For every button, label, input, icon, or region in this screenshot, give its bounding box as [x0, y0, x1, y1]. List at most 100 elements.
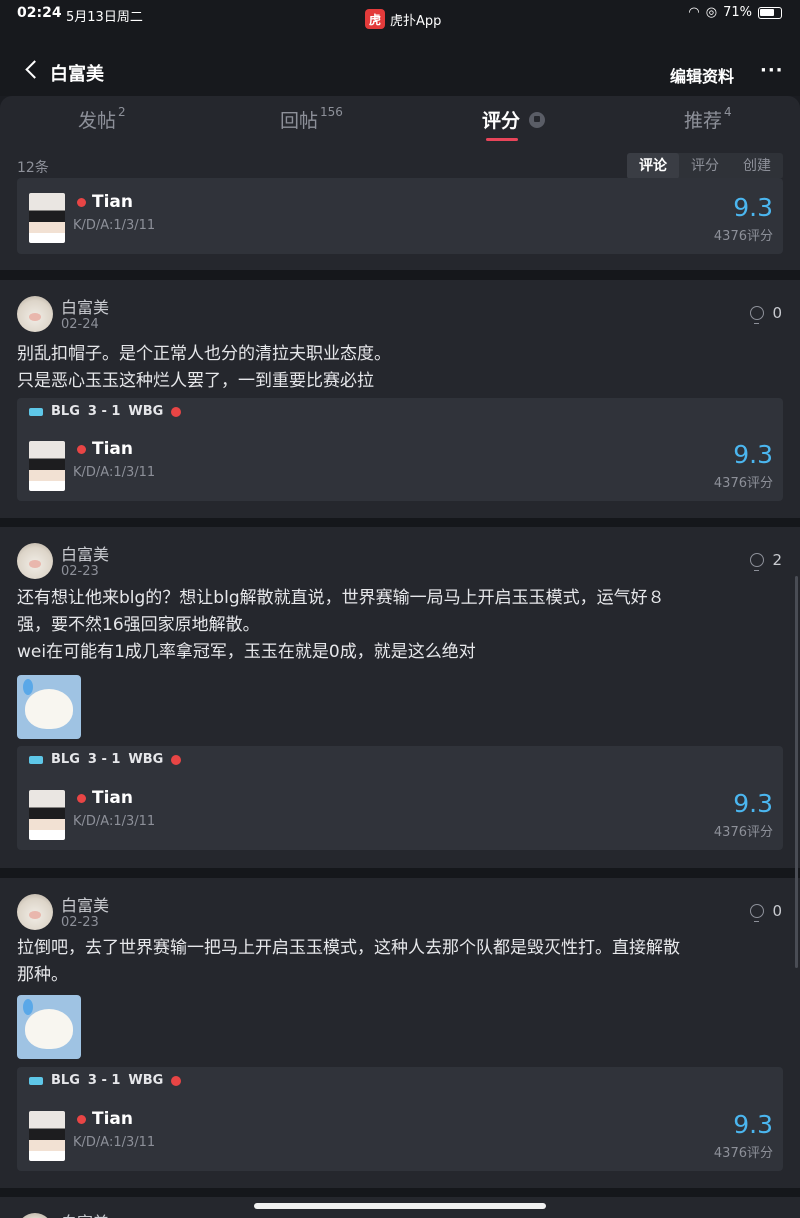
like-count: 2 [772, 551, 782, 569]
divider [0, 518, 800, 527]
rating-card[interactable]: BLG 3 - 1 WBG Tian K/D/A:1/3/11 9.3 4376… [17, 746, 783, 850]
battery-icon [758, 6, 782, 19]
tab-recommend-label: 推荐 [684, 110, 723, 132]
match-row: BLG 3 - 1 WBG [29, 1073, 182, 1088]
user-name[interactable]: 白富美 [61, 294, 109, 318]
match-row: BLG 3 - 1 WBG [29, 404, 182, 419]
segment-rating[interactable]: 评分 [679, 153, 731, 179]
user-name[interactable]: 白富美 [61, 541, 109, 565]
post-line: 只是恶心玉玉这种烂人罢了，一到重要比赛必拉 [17, 371, 374, 391]
list-item[interactable]: 白富美 02-24 0 别乱扣帽子。是个正常人也分的清拉夫职业态度。 只是恶心玉… [0, 280, 800, 518]
player-photo [29, 193, 65, 243]
scrollbar[interactable] [795, 576, 798, 968]
match-score: 3 - 1 [87, 752, 121, 767]
player-name: Tian [77, 439, 133, 459]
nav-bar: 白富美 编辑资料 ··· [0, 38, 800, 96]
tab-posts-count: 2 [118, 104, 126, 119]
tab-recommend-count: 4 [724, 104, 732, 119]
segment-created[interactable]: 创建 [731, 153, 783, 179]
player-name-text: Tian [92, 439, 133, 459]
more-icon[interactable]: ··· [760, 60, 784, 81]
player-name: Tian [77, 788, 133, 808]
tab-recommend[interactable]: 推荐 4 [684, 104, 732, 133]
rating-card[interactable]: BLG 3 - 1 WBG Tian K/D/A:1/3/11 9.3 4376… [17, 398, 783, 501]
list-item[interactable]: 白富美 02-23 2 还有想让他来blg的？想让blg解散就直说，世界赛输一局… [0, 527, 800, 868]
blg-logo-icon [29, 755, 43, 764]
player-kda: K/D/A:1/3/11 [73, 1135, 156, 1150]
team-b: WBG [128, 752, 164, 767]
team-icon [77, 1114, 86, 1124]
status-date: 5月13日周二 [66, 10, 143, 25]
lightbulb-icon [750, 904, 765, 922]
sticker-image[interactable] [17, 675, 81, 739]
blg-logo-icon [29, 1076, 43, 1085]
player-photo [29, 1111, 65, 1161]
rating-score: 9.3 [733, 440, 773, 469]
post-line: 那种。 [17, 965, 68, 985]
tab-replies-count: 156 [320, 104, 343, 119]
team-a: BLG [51, 752, 80, 767]
post-line: 拉倒吧，去了世界赛输一把马上开启玉玉模式，这种人去那个队都是毁灭性打。直接解散 [17, 938, 680, 958]
item-count: 12条 [17, 160, 49, 176]
team-icon [77, 197, 86, 207]
rating-score: 9.3 [733, 193, 773, 222]
match-score: 3 - 1 [87, 1073, 121, 1088]
post-date: 02-24 [61, 317, 99, 332]
back-icon[interactable] [20, 58, 42, 80]
hupu-logo-icon: 虎 [365, 9, 385, 29]
lock-icon [528, 111, 545, 128]
lock-rotation-icon: ◎ [705, 5, 718, 20]
player-name: Tian [77, 1109, 133, 1129]
player-name-text: Tian [92, 1109, 133, 1129]
list-item[interactable]: 白富美 02-23 0 拉倒吧，去了世界赛输一把马上开启玉玉模式，这种人去那个队… [0, 878, 800, 1188]
page: 02:24 5月13日周二 虎 虎扑App ◠ ◎ 71% 白富美 编辑资料 ·… [0, 0, 800, 1218]
player-photo [29, 790, 65, 840]
tab-ratings[interactable]: 评分 [482, 106, 545, 133]
segment-comment[interactable]: 评论 [627, 153, 679, 179]
rating-score: 9.3 [733, 789, 773, 818]
segmented-control: 评论 评分 创建 [627, 153, 783, 179]
team-icon [77, 444, 86, 454]
lightbulb-icon [750, 306, 765, 324]
avatar[interactable] [17, 1213, 53, 1218]
blg-logo-icon [29, 407, 43, 416]
avatar[interactable] [17, 296, 53, 332]
home-indicator[interactable] [254, 1203, 546, 1209]
user-name[interactable]: 白富美 [61, 892, 109, 916]
avatar[interactable] [17, 894, 53, 930]
team-icon [77, 793, 86, 803]
post-date: 02-23 [61, 915, 99, 930]
wbg-logo-icon [171, 754, 182, 765]
rating-card[interactable]: Tian K/D/A:1/3/11 9.3 4376评分 [17, 178, 783, 254]
status-app-name: 虎扑App [390, 13, 442, 29]
player-kda: K/D/A:1/3/11 [73, 814, 156, 829]
tab-posts[interactable]: 发帖 2 [78, 104, 126, 133]
tab-active-indicator [486, 138, 518, 141]
wbg-logo-icon [171, 1075, 182, 1086]
status-app: 虎 虎扑App [365, 9, 441, 29]
team-a: BLG [51, 404, 80, 419]
post-line: 还有想让他来blg的？想让blg解散就直说，世界赛输一局马上开启玉玉模式，运气好… [17, 588, 665, 608]
match-score: 3 - 1 [87, 404, 121, 419]
post-line: wei在可能有1成几率拿冠军，玉玉在就是0成，就是这么绝对 [17, 642, 476, 662]
user-name[interactable]: 白富美 [61, 1209, 109, 1218]
like-button[interactable]: 2 [750, 551, 782, 571]
edit-profile-button[interactable]: 编辑资料 [670, 63, 734, 87]
avatar[interactable] [17, 543, 53, 579]
lightbulb-icon [750, 553, 765, 571]
post-content: 还有想让他来blg的？想让blg解散就直说，世界赛输一局马上开启玉玉模式，运气好… [17, 585, 777, 666]
rating-count: 4376评分 [713, 229, 773, 244]
battery-percent: 71% [723, 5, 752, 20]
count-row: 12条 评论 评分 创建 [0, 148, 800, 179]
tab-ratings-label: 评分 [482, 110, 521, 132]
tab-replies[interactable]: 回帖 156 [280, 104, 343, 133]
wbg-logo-icon [171, 406, 182, 417]
tab-replies-label: 回帖 [280, 110, 319, 132]
status-right: ◠ ◎ 71% [688, 5, 782, 20]
post-line: 强，要不然16强回家原地解散。 [17, 615, 260, 635]
rating-card[interactable]: BLG 3 - 1 WBG Tian K/D/A:1/3/11 9.3 4376… [17, 1067, 783, 1171]
sticker-image[interactable] [17, 995, 81, 1059]
like-button[interactable]: 0 [750, 304, 782, 324]
like-button[interactable]: 0 [750, 902, 782, 922]
player-name-text: Tian [92, 788, 133, 808]
